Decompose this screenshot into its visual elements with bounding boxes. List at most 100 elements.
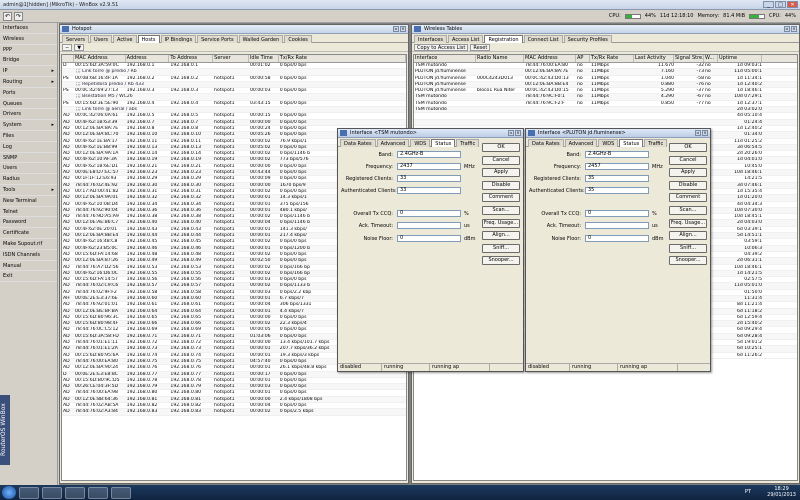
pluton-dialog-tab-status[interactable]: Status — [619, 139, 644, 147]
hotspot-tab-servers[interactable]: Servers — [62, 35, 90, 43]
sidebar-item-snmp[interactable]: SNMP — [0, 153, 57, 164]
pluton-dialog-tab-data-rates[interactable]: Data Rates — [528, 139, 564, 147]
taskbar-app-winbox[interactable] — [88, 486, 108, 499]
snooper-button[interactable]: Snooper... — [669, 256, 707, 265]
taskbar-app-explorer[interactable] — [42, 486, 62, 499]
sidebar-item-certificate[interactable]: Certificate — [0, 228, 57, 239]
tsm-dialog-tab-wds[interactable]: WDS — [410, 139, 431, 147]
wireless-tab-interfaces[interactable]: Interfaces — [414, 35, 447, 43]
sidebar-item-drivers[interactable]: Drivers — [0, 109, 57, 121]
scan-button[interactable]: Scan... — [482, 206, 520, 215]
tsm-dialog-tab-traffic[interactable]: Traffic — [456, 139, 480, 147]
sidebar-item-wireless[interactable]: Wireless — [0, 34, 57, 45]
apply-button[interactable]: Apply — [482, 168, 520, 177]
column-header[interactable]: Server — [213, 55, 249, 62]
hotspot-tab-walled-garden[interactable]: Walled Garden — [238, 35, 284, 43]
taskbar-app-ie[interactable] — [19, 486, 39, 499]
pluton-dialog-close-button[interactable]: × — [702, 130, 708, 136]
column-header[interactable]: Interface — [414, 55, 476, 62]
column-header[interactable]: MAC Address — [524, 55, 576, 62]
pluton-dialog-tab-traffic[interactable]: Traffic — [644, 139, 668, 147]
align-button[interactable]: Align... — [669, 231, 707, 240]
cancel-button[interactable]: Cancel — [669, 155, 707, 165]
sidebar-item-isdn-channels[interactable]: ISDN Channels — [0, 250, 57, 261]
hotspot-restore-button[interactable]: ▫ — [393, 26, 399, 32]
sidebar-item-exit[interactable]: Exit — [0, 271, 57, 283]
sidebar-item-password[interactable]: Password — [0, 217, 57, 229]
column-header[interactable]: W... — [704, 55, 718, 62]
sidebar-item-radius[interactable]: Radius — [0, 174, 57, 185]
wireless-close-button[interactable]: × — [791, 26, 797, 32]
start-button[interactable] — [2, 486, 16, 499]
tsm-dialog-tab-data-rates[interactable]: Data Rates — [340, 139, 376, 147]
reset-button[interactable]: Reset — [470, 43, 491, 51]
comment-button[interactable]: Comment — [669, 193, 707, 202]
freq-usage-button[interactable]: Freq. Usage... — [669, 218, 707, 228]
taskbar-app-media[interactable] — [65, 486, 85, 499]
sidebar-item-log[interactable]: Log — [0, 142, 57, 153]
filter-icon[interactable]: ▼ — [74, 43, 85, 51]
taskbar-app-other[interactable] — [111, 486, 131, 499]
sidebar-item-users[interactable]: Users — [0, 163, 57, 175]
snooper-button[interactable]: Snooper... — [482, 256, 520, 265]
scan-button[interactable]: Scan... — [669, 206, 707, 215]
hotspot-tab-hosts[interactable]: Hosts — [137, 35, 160, 43]
disable-button[interactable]: Disable — [669, 180, 707, 190]
sidebar-item-queues[interactable]: Queues — [0, 99, 57, 110]
copy-to-access-list-button[interactable]: Copy to Access List — [414, 43, 469, 51]
sidebar-item-system[interactable]: System ▸ — [0, 120, 57, 131]
align-button[interactable]: Align... — [482, 231, 520, 240]
sidebar-item-new-terminal[interactable]: New Terminal — [0, 196, 57, 207]
pluton-dialog-tab-advanced[interactable]: Advanced — [564, 139, 598, 147]
ok-button[interactable]: OK — [669, 143, 707, 152]
column-header[interactable]: Idle Time — [249, 55, 279, 62]
wireless-restore-button[interactable]: ▫ — [784, 26, 790, 32]
column-header[interactable]: Tx/Rx Rate — [279, 55, 406, 62]
wireless-tab-connect-list[interactable]: Connect List — [523, 35, 563, 43]
sidebar-item-telnet[interactable]: Telnet — [0, 207, 57, 218]
wireless-tab-security-profiles[interactable]: Security Profiles — [563, 35, 612, 43]
sidebar-item-ports[interactable]: Ports — [0, 88, 57, 99]
close-button[interactable]: ✕ — [787, 1, 798, 8]
language-indicator[interactable]: PT — [745, 489, 751, 495]
column-header[interactable]: Radio Name — [476, 55, 524, 62]
pluton-dialog-restore-button[interactable]: ▫ — [695, 130, 701, 136]
column-header[interactable]: AP — [576, 55, 590, 62]
hotspot-tab-ip-bindings[interactable]: IP Bindings — [160, 35, 197, 43]
column-header[interactable]: Address — [126, 55, 170, 62]
column-header[interactable]: Uptime — [718, 55, 762, 62]
sidebar-item-ip[interactable]: IP ▸ — [0, 66, 57, 77]
tsm-dialog-close-button[interactable]: × — [515, 130, 521, 136]
column-header[interactable]: Tx/Rx Rate — [590, 55, 634, 62]
wireless-tab-registration[interactable]: Registration — [484, 35, 523, 43]
table-row[interactable]: AD 78:44:76:02:A3:84 192.168.0.83 192.168.0… — [62, 409, 406, 416]
tsm-dialog-restore-button[interactable]: ▫ — [508, 130, 514, 136]
sidebar-item-ppp[interactable]: PPP — [0, 45, 57, 56]
sniff-button[interactable]: Sniff... — [482, 243, 520, 253]
comment-button[interactable]: Comment — [482, 193, 520, 202]
ok-button[interactable]: OK — [482, 143, 520, 152]
sidebar-item-make-supout-rif[interactable]: Make Supout.rif — [0, 239, 57, 250]
redo-icon[interactable]: ↷ — [14, 12, 23, 21]
sidebar-item-files[interactable]: Files — [0, 131, 57, 142]
column-header[interactable] — [62, 55, 74, 62]
column-header[interactable]: MAC Address — [74, 55, 126, 62]
disable-button[interactable]: Disable — [482, 180, 520, 190]
hotspot-tab-cookies[interactable]: Cookies — [284, 35, 312, 43]
sniff-button[interactable]: Sniff... — [669, 243, 707, 253]
sidebar-item-routing[interactable]: Routing ▸ — [0, 77, 57, 88]
clock-date[interactable]: 29/01/2013 — [767, 492, 796, 498]
hotspot-tab-users[interactable]: Users — [90, 35, 113, 43]
freq-usage-button[interactable]: Freq. Usage... — [482, 218, 520, 228]
tsm-dialog-tab-advanced[interactable]: Advanced — [376, 139, 410, 147]
undo-icon[interactable]: ↶ — [3, 12, 12, 21]
column-header[interactable]: To Address — [169, 55, 214, 62]
sidebar-item-bridge[interactable]: Bridge — [0, 55, 57, 67]
column-header[interactable]: Last Activity — [634, 55, 674, 62]
sidebar-item-manual[interactable]: Manual — [0, 261, 57, 272]
maximize-button[interactable]: □ — [775, 1, 786, 8]
sidebar-item-interfaces[interactable]: Interfaces — [0, 23, 57, 34]
tsm-dialog-tab-status[interactable]: Status — [431, 139, 456, 147]
hotspot-tab-active[interactable]: Active — [113, 35, 137, 43]
minimize-button[interactable]: _ — [763, 1, 774, 8]
